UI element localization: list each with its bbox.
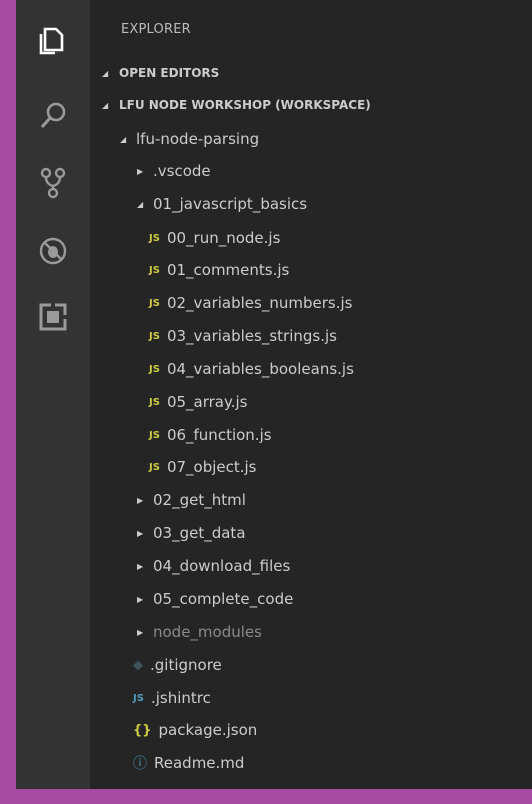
- source-control-icon: [40, 167, 66, 199]
- chevron-right-icon: ▶: [137, 627, 144, 637]
- tree-label: 03_variables_strings.js: [166, 327, 337, 345]
- search-activity-button[interactable]: [16, 82, 90, 148]
- tree-file[interactable]: ◆ .gitignore: [133, 651, 222, 679]
- section-workspace[interactable]: ◢ LFU NODE WORKSHOP (WORKSPACE): [102, 94, 371, 116]
- chevron-right-icon: ▶: [137, 594, 144, 604]
- sidebar-title: EXPLORER: [121, 22, 191, 37]
- tree-folder-get-data[interactable]: ▶ 03_get_data: [137, 519, 246, 547]
- tree-label: Readme.md: [154, 754, 245, 772]
- tree-label: 02_get_html: [153, 491, 246, 509]
- tree-file[interactable]: {} package.json: [133, 716, 257, 744]
- javascript-file-icon: JS: [149, 264, 160, 276]
- javascript-file-icon: JS: [149, 297, 160, 309]
- tree-file[interactable]: ⓘ Readme.md: [133, 749, 244, 777]
- source-control-activity-button[interactable]: [16, 150, 90, 216]
- tree-label: 05_array.js: [166, 393, 248, 411]
- tree-file[interactable]: JS 00_run_node.js: [149, 224, 280, 252]
- chevron-down-icon: ◢: [120, 134, 127, 144]
- tree-file[interactable]: JS 06_function.js: [149, 421, 272, 449]
- chevron-down-icon: ◢: [102, 100, 109, 110]
- tree-folder-vscode[interactable]: ▶ .vscode: [137, 157, 211, 185]
- debug-activity-button[interactable]: [16, 218, 90, 284]
- debug-icon: [39, 237, 67, 265]
- tree-file[interactable]: JS 07_object.js: [149, 453, 257, 481]
- tree-folder-download-files[interactable]: ▶ 04_download_files: [137, 552, 290, 580]
- vscode-window: EXPLORER ◢ OPEN EDITORS ◢ LFU NODE WORKS…: [16, 0, 532, 789]
- search-icon: [40, 102, 66, 128]
- tree-label: 03_get_data: [153, 524, 246, 542]
- tree-folder-node-modules[interactable]: ▶ node_modules: [137, 618, 262, 646]
- activity-bar: [16, 0, 90, 789]
- git-file-icon: ◆: [133, 657, 143, 673]
- tree-label: .vscode: [153, 162, 211, 180]
- javascript-file-icon: JS: [149, 396, 160, 408]
- tree-label: 07_object.js: [166, 458, 257, 476]
- javascript-file-icon: JS: [149, 429, 160, 441]
- section-open-editors[interactable]: ◢ OPEN EDITORS: [102, 62, 219, 84]
- json-file-icon: {}: [133, 722, 152, 738]
- tree-label: 01_comments.js: [166, 261, 290, 279]
- tree-label: .jshintrc: [150, 689, 211, 707]
- tree-file[interactable]: JS 05_array.js: [149, 388, 247, 416]
- chevron-right-icon: ▶: [137, 561, 144, 571]
- chevron-right-icon: ▶: [137, 528, 144, 538]
- section-label: OPEN EDITORS: [119, 66, 220, 80]
- info-file-icon: ⓘ: [133, 756, 147, 772]
- tree-label: .gitignore: [150, 656, 222, 674]
- tree-label: 04_variables_booleans.js: [166, 360, 354, 378]
- chevron-down-icon: ◢: [137, 199, 144, 209]
- tree-label: lfu-node-parsing: [136, 130, 260, 148]
- section-label: LFU NODE WORKSHOP (WORKSPACE): [119, 98, 371, 112]
- tree-folder-get-html[interactable]: ▶ 02_get_html: [137, 486, 246, 514]
- tree-label: 06_function.js: [166, 426, 272, 444]
- chevron-right-icon: ▶: [137, 166, 144, 176]
- javascript-file-icon: JS: [149, 232, 160, 244]
- explorer-activity-button[interactable]: [16, 8, 90, 74]
- tree-label: 01_javascript_basics: [153, 195, 308, 213]
- files-icon: [39, 27, 64, 55]
- extensions-icon: [39, 303, 67, 331]
- tree-label: node_modules: [153, 623, 262, 641]
- javascript-file-icon: JS: [149, 363, 160, 375]
- tree-folder-javascript-basics[interactable]: ◢ 01_javascript_basics: [137, 190, 307, 218]
- chevron-down-icon: ◢: [102, 68, 109, 78]
- tree-file[interactable]: JS 01_comments.js: [149, 256, 289, 284]
- tree-label: 02_variables_numbers.js: [166, 294, 353, 312]
- javascript-file-icon: JS: [149, 461, 160, 473]
- tree-file[interactable]: JS 03_variables_strings.js: [149, 322, 337, 350]
- tree-label: 04_download_files: [153, 557, 291, 575]
- tree-folder-lfu-node-parsing[interactable]: ◢ lfu-node-parsing: [120, 125, 259, 153]
- tree-file[interactable]: JS 04_variables_booleans.js: [149, 355, 354, 383]
- explorer-sidebar: EXPLORER ◢ OPEN EDITORS ◢ LFU NODE WORKS…: [90, 0, 532, 789]
- javascript-file-icon: JS: [149, 330, 160, 342]
- tree-label: package.json: [158, 721, 258, 739]
- tree-file[interactable]: JS .jshintrc: [133, 684, 211, 712]
- tree-folder-complete-code[interactable]: ▶ 05_complete_code: [137, 585, 293, 613]
- extensions-activity-button[interactable]: [16, 284, 90, 350]
- javascript-file-icon: JS: [133, 692, 144, 704]
- tree-label: 05_complete_code: [153, 590, 294, 608]
- tree-label: 00_run_node.js: [166, 229, 281, 247]
- tree-file[interactable]: JS 02_variables_numbers.js: [149, 289, 352, 317]
- chevron-right-icon: ▶: [137, 495, 144, 505]
